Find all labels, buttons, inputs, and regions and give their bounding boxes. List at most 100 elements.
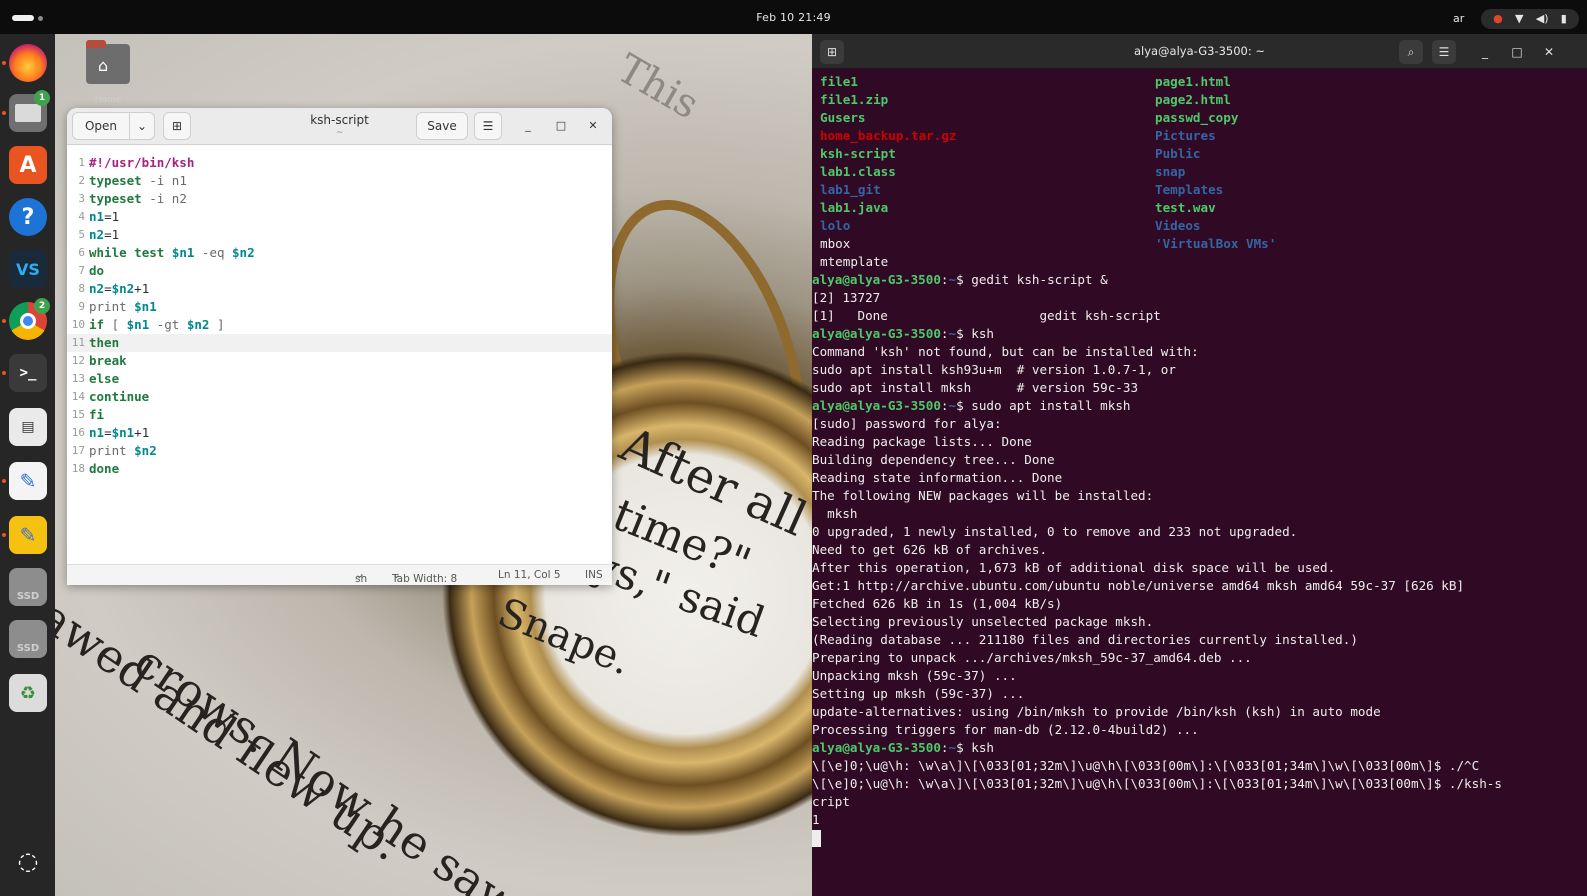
terminal-line: alya@alya-G3-3500:~$ ksh bbox=[812, 739, 994, 757]
minimize-icon[interactable]: _ bbox=[1473, 40, 1497, 64]
hamburger-menu-icon[interactable]: ☰ bbox=[474, 112, 502, 140]
code-line[interactable]: 3 typeset -i n2 bbox=[67, 190, 612, 208]
terminal-text: sudo apt install mksh # version 59c-33 bbox=[812, 380, 1139, 395]
code-token: n2 bbox=[89, 281, 105, 296]
line-number: 14 bbox=[71, 390, 85, 403]
code-line[interactable]: 12 break bbox=[67, 352, 612, 370]
terminal-line: Selecting previously unselected package … bbox=[812, 613, 1153, 631]
file-list-entry: lab1.class bbox=[820, 164, 896, 179]
running-indicator bbox=[2, 111, 6, 115]
battery-icon: ▮ bbox=[1560, 12, 1567, 25]
tab-width-selector[interactable]: Tab Width: 8 ⌄ bbox=[392, 569, 457, 585]
terminal-text: \[\e]0;\u@\h: \w\a\]\[\033[01;32m\]\u@\h… bbox=[812, 776, 1502, 791]
file-list-entry: Templates bbox=[1155, 182, 1224, 197]
code-token: = bbox=[104, 425, 112, 440]
code-line[interactable]: 14 continue bbox=[67, 388, 612, 406]
vscode-icon[interactable]: VS bbox=[9, 250, 47, 288]
home-folder-icon[interactable]: ⌂ bbox=[86, 40, 130, 88]
search-icon[interactable]: ⌕ bbox=[1399, 40, 1423, 64]
terminal-text: [2] 13727 bbox=[812, 290, 881, 305]
terminal-text: Processing triggers for man-db (2.12.0-4… bbox=[812, 722, 1199, 737]
code-token: = bbox=[104, 281, 112, 296]
code-line[interactable]: 10 if [ $n1 -gt $n2 ] bbox=[67, 316, 612, 334]
new-tab-icon[interactable]: ⊞ bbox=[163, 112, 191, 140]
code-token: typeset bbox=[89, 191, 142, 206]
chrome-center bbox=[20, 313, 36, 329]
chrome-icon[interactable]: 2 bbox=[9, 298, 50, 340]
help-icon[interactable]: ? bbox=[9, 198, 47, 236]
code-line[interactable]: 7 do bbox=[67, 262, 612, 280]
terminal-line: Get:1 http://archive.ubuntu.com/ubuntu n… bbox=[812, 577, 1464, 595]
terminal-line: Reading state information... Done bbox=[812, 469, 1062, 487]
save-button[interactable]: Save bbox=[416, 112, 468, 140]
home-folder-label: Home bbox=[94, 95, 122, 105]
maximize-icon[interactable]: □ bbox=[1505, 40, 1529, 64]
code-line[interactable]: 17 print $n2 bbox=[67, 442, 612, 460]
terminal-text: $ ksh bbox=[956, 326, 995, 341]
files-icon[interactable]: 1 bbox=[9, 90, 50, 132]
terminal-line: 1 bbox=[812, 811, 820, 829]
code-editor[interactable]: 1 #!/usr/bin/ksh 2 typeset -i n1 3 typeset -i… bbox=[67, 146, 612, 564]
code-token: n2 bbox=[89, 227, 105, 242]
code-token: else bbox=[89, 371, 120, 386]
minimize-icon[interactable]: _ bbox=[520, 118, 536, 134]
terminal-output[interactable]: file1 page1.html file1.zip page2.html Gusers… bbox=[812, 69, 1587, 896]
trash-icon[interactable]: ♻ bbox=[9, 674, 47, 712]
text-editor-icon[interactable]: ✎ bbox=[9, 462, 47, 500]
microphone-icon: ● bbox=[1493, 12, 1503, 25]
code-line[interactable]: 2 typeset -i n1 bbox=[67, 172, 612, 190]
system-status-menu[interactable]: ● ▼ ◀) ▮ bbox=[1481, 9, 1579, 29]
code-token: $n2 bbox=[232, 245, 255, 260]
house-icon: ⌂ bbox=[98, 56, 109, 75]
clock[interactable]: Feb 10 21:49 bbox=[0, 11, 1587, 24]
dock: 1 A ? VS 2 >_ ▤ ✎ ✎ SSD SSD ♻ ◌ bbox=[0, 34, 55, 896]
notes-icon[interactable]: ✎ bbox=[9, 516, 47, 554]
firefox-icon[interactable] bbox=[9, 44, 47, 82]
terminal-line: Reading package lists... Done bbox=[812, 433, 1032, 451]
terminal-line: alya@alya-G3-3500:~$ ksh bbox=[812, 325, 994, 343]
terminal-headerbar: ⊞ alya@alya-G3-3500: ~ ⌕ ☰ _ □ ✕ bbox=[812, 34, 1587, 69]
ssd-drive-icon[interactable]: SSD bbox=[9, 568, 47, 606]
code-line[interactable]: 13 else bbox=[67, 370, 612, 388]
terminal-line: Fetched 626 kB in 1s (1,004 kB/s) bbox=[812, 595, 1062, 613]
close-icon[interactable]: ✕ bbox=[585, 118, 601, 134]
terminal-text: : bbox=[940, 398, 949, 413]
cursor-position[interactable]: Ln 11, Col 5 bbox=[498, 569, 561, 581]
maximize-icon[interactable]: □ bbox=[553, 118, 569, 134]
code-line[interactable]: 15 fi bbox=[67, 406, 612, 424]
code-line[interactable]: 18 done bbox=[67, 460, 612, 478]
code-token: =1 bbox=[104, 209, 120, 224]
code-line[interactable]: 5 n2=1 bbox=[67, 226, 612, 244]
document-viewer-icon[interactable]: ▤ bbox=[9, 408, 47, 446]
line-number: 17 bbox=[71, 444, 85, 457]
keyboard-layout-indicator[interactable]: ar bbox=[1453, 12, 1464, 25]
app-center-icon[interactable]: A bbox=[9, 146, 47, 184]
code-text: n1=$n1+1 bbox=[89, 424, 149, 442]
code-text: n1=1 bbox=[89, 208, 119, 226]
language-selector[interactable]: sh ⌄ bbox=[355, 569, 367, 585]
terminal-line: 0 upgraded, 1 newly installed, 0 to remo… bbox=[812, 523, 1297, 541]
code-line[interactable]: 11 then bbox=[67, 334, 612, 352]
file-list-entry: test.wav bbox=[1155, 200, 1216, 215]
terminal-icon[interactable]: >_ bbox=[9, 354, 47, 392]
show-apps-icon[interactable]: ◌ bbox=[9, 842, 47, 880]
close-icon[interactable]: ✕ bbox=[1537, 40, 1561, 64]
code-line[interactable]: 4 n1=1 bbox=[67, 208, 612, 226]
line-number: 8 bbox=[78, 282, 85, 295]
ssd-drive-icon[interactable]: SSD bbox=[9, 620, 47, 658]
terminal-line: sudo apt install ksh93u+m # version 1.0.… bbox=[812, 361, 1176, 379]
code-token: $n2 bbox=[111, 281, 135, 296]
terminal-line: \[\e]0;\u@\h: \w\a\]\[\033[01;32m\]\u@\h… bbox=[812, 757, 1479, 775]
code-line[interactable]: 8 n2=$n2+1 bbox=[67, 280, 612, 298]
code-token: done bbox=[89, 461, 120, 476]
open-button[interactable]: Open bbox=[72, 112, 130, 140]
code-line[interactable]: 1 #!/usr/bin/ksh bbox=[67, 154, 612, 172]
hamburger-menu-icon[interactable]: ☰ bbox=[1432, 40, 1456, 64]
code-line[interactable]: 6 while test $n1 -eq $n2 bbox=[67, 244, 612, 262]
open-menu-chevron-icon[interactable]: ⌄ bbox=[129, 112, 155, 140]
terminal-text: : bbox=[940, 272, 949, 287]
terminal-text: update-alternatives: using /bin/mksh to … bbox=[812, 704, 1381, 719]
code-line[interactable]: 16 n1=$n1+1 bbox=[67, 424, 612, 442]
file-list-entry: lab1.java bbox=[820, 200, 889, 215]
code-line[interactable]: 9 print $n1 bbox=[67, 298, 612, 316]
